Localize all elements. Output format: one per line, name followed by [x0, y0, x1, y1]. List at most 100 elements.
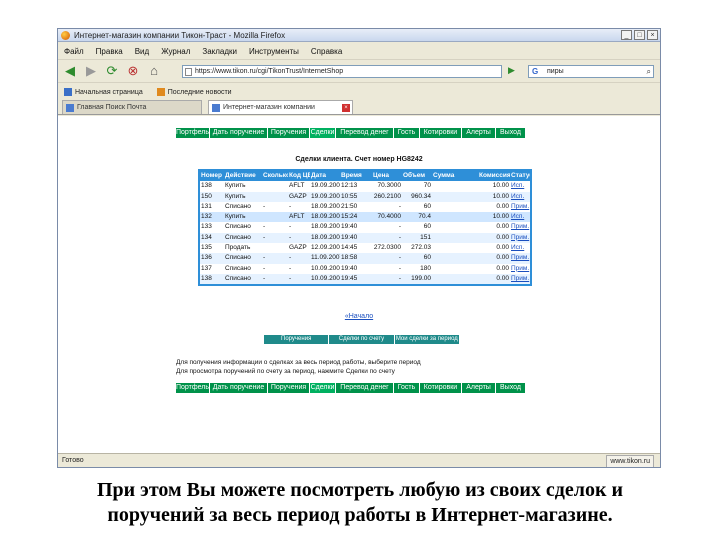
back-link[interactable]: «Начало	[345, 313, 373, 320]
menu-help[interactable]: Справка	[311, 47, 342, 56]
menu-view[interactable]: Вид	[135, 47, 149, 56]
col-header: Объем	[403, 172, 426, 179]
nav-alerts[interactable]: Алерты	[462, 383, 496, 393]
table-cell: -	[263, 202, 266, 210]
table-cell: 0.00	[496, 274, 509, 282]
table-cell	[432, 253, 478, 263]
table-cell	[432, 222, 478, 232]
table-row: 135 Продать GAZP 12.09.200714:45 272.0300 272…	[200, 243, 530, 254]
nav-guest[interactable]: Гость	[394, 383, 420, 393]
tab-shop[interactable]: Интернет-магазин компании ×	[208, 100, 353, 114]
minimize-button[interactable]: _	[621, 30, 632, 40]
table-cell: -	[398, 223, 401, 231]
home-icon[interactable]: ⌂	[146, 63, 162, 79]
search-icon[interactable]: ⌕	[647, 66, 651, 78]
nav-exit[interactable]: Выход	[496, 128, 526, 138]
table-cell: -	[289, 274, 292, 282]
table-cell: GAZP	[289, 244, 307, 252]
menu-tools[interactable]: Инструменты	[249, 47, 299, 56]
menu-edit[interactable]: Правка	[96, 47, 123, 56]
col-header: Дата	[311, 172, 327, 179]
nav-exit[interactable]: Выход	[496, 383, 526, 393]
table-cell: 19.09.2007	[311, 182, 340, 190]
table-cell: -	[289, 233, 292, 241]
table-row: 150 Купить GAZP 19.09.200710:55 260.2100 960.…	[200, 191, 530, 202]
table-cell: 960.34	[411, 192, 431, 200]
table-cell: 10.09.2007	[311, 264, 340, 272]
close-button[interactable]: ×	[647, 30, 658, 40]
table-cell: 272.03	[411, 244, 431, 252]
go-arrow-icon[interactable]: ▶	[508, 65, 515, 76]
address-bar[interactable]: https://www.tikon.ru/cgi/TikonTrust/Inte…	[182, 65, 502, 78]
bookmark-icon	[64, 87, 72, 96]
table-cell: 60	[423, 254, 431, 262]
status-link[interactable]: Прим.	[510, 264, 530, 274]
menu-bookmarks[interactable]: Закладки	[202, 47, 237, 56]
table-cell: 70.4	[418, 213, 431, 221]
nav-deals[interactable]: Сделки	[310, 383, 336, 393]
reload-icon[interactable]: ⟳	[104, 63, 120, 79]
filter-account-deals-button[interactable]: Сделки по счету	[329, 335, 395, 344]
filter-period-deals-button[interactable]: Мои сделки за период	[395, 335, 460, 344]
menu-history[interactable]: Журнал	[161, 47, 190, 56]
nav-quotes[interactable]: Котировки	[420, 128, 462, 138]
table-cell	[432, 212, 478, 222]
nav-money-transfer[interactable]: Перевод денег	[336, 383, 394, 393]
forward-arrow-icon[interactable]: ▶	[83, 63, 99, 79]
nav-money-transfer[interactable]: Перевод денег	[336, 128, 394, 138]
nav-new-order[interactable]: Дать поручение	[210, 128, 268, 138]
status-link[interactable]: Прим.	[510, 233, 530, 243]
table-row: 134 Списано - - 18.09.200719:40 - 151 0.00Прим.	[200, 232, 530, 244]
nav-guest[interactable]: Гость	[394, 128, 420, 138]
bookmark-item[interactable]: Начальная страница	[64, 87, 143, 96]
table-cell: 19:40	[341, 233, 358, 241]
menu-file[interactable]: Файл	[64, 47, 84, 56]
table-cell: 131	[201, 202, 212, 210]
table-cell: 19:45	[341, 274, 358, 282]
table-cell: 0.00	[496, 223, 509, 231]
filter-orders-button[interactable]: Поручения	[264, 335, 330, 344]
table-row: 131 Списано - - 18.09.200721:50 - 60 0.00Прим.	[200, 201, 530, 213]
tab-close-icon[interactable]: ×	[342, 104, 350, 112]
table-header: Номер Действие Сколько Код ЦБ Дата Время…	[200, 171, 530, 182]
nav-orders[interactable]: Поручения	[268, 383, 310, 393]
status-link[interactable]: Исп.	[510, 181, 530, 191]
status-link[interactable]: Исп.	[510, 243, 530, 253]
table-cell: -	[289, 202, 292, 210]
nav-new-order[interactable]: Дать поручение	[210, 383, 268, 393]
tab-search[interactable]: Главная Поиск Почта	[62, 100, 202, 114]
bookmark-item[interactable]: Последние новости	[156, 87, 232, 96]
status-link[interactable]: Прим.	[510, 222, 530, 232]
table-cell: 0.00	[496, 244, 509, 252]
deals-title: Сделки клиента. Счет номер HG8242	[295, 156, 423, 163]
nav-orders[interactable]: Поручения	[268, 128, 310, 138]
maximize-button[interactable]: □	[634, 30, 645, 40]
note-line: Для получения информации о сделках за ве…	[176, 359, 421, 366]
status-text: Готово	[62, 457, 84, 464]
table-cell: -	[398, 274, 401, 282]
status-link[interactable]: Прим.	[510, 202, 530, 212]
table-cell: Списано	[225, 264, 251, 272]
nav-portfolio[interactable]: Портфель	[176, 128, 210, 138]
table-row: 138 Списано - - 10.09.200719:45 - 199.00 0.00Пр…	[200, 273, 530, 285]
nav-alerts[interactable]: Алерты	[462, 128, 496, 138]
search-input[interactable]: G пиры ⌕	[528, 65, 654, 78]
status-link[interactable]: Прим.	[510, 253, 530, 263]
nav-quotes[interactable]: Котировки	[420, 383, 462, 393]
nav-portfolio[interactable]: Портфель	[176, 383, 210, 393]
back-arrow-icon[interactable]: ◀	[62, 63, 78, 79]
table-cell	[432, 181, 478, 191]
stop-icon[interactable]: ⊗	[125, 63, 141, 79]
page-icon	[212, 104, 220, 112]
table-cell	[262, 212, 288, 222]
status-link[interactable]: Исп.	[510, 192, 530, 202]
status-link[interactable]: Прим.	[510, 274, 530, 284]
nav-deals[interactable]: Сделки	[310, 128, 336, 138]
table-cell: 260.2100	[373, 192, 401, 200]
status-site: www.tikon.ru	[606, 455, 654, 467]
rss-icon	[156, 87, 165, 96]
table-cell: 199.00	[411, 274, 431, 282]
table-cell: -	[263, 223, 266, 231]
status-link[interactable]: Исп.	[510, 212, 530, 222]
title-bar: Интернет-магазин компании Тикон-Траст - …	[58, 29, 660, 42]
